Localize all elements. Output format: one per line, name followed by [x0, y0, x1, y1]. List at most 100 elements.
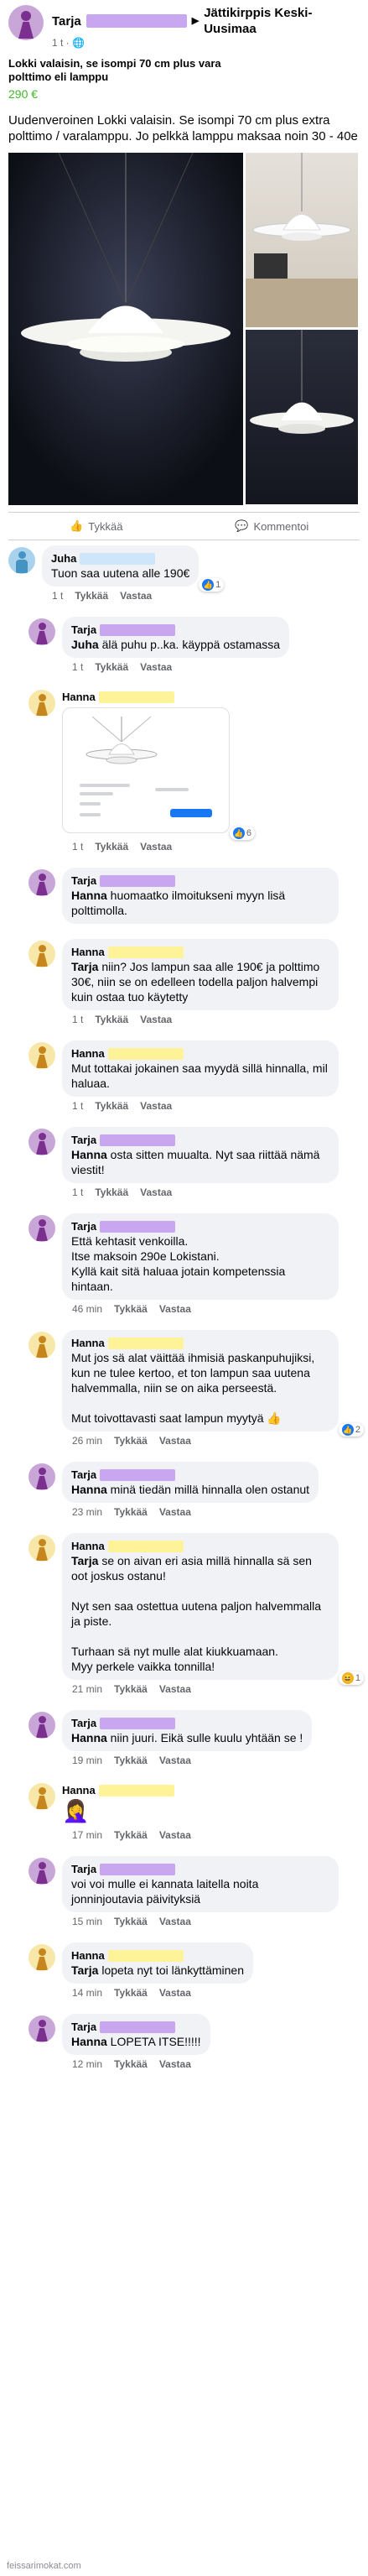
comment-time[interactable]: 1 t	[52, 590, 63, 602]
mention-link[interactable]: Tarja	[71, 1963, 98, 1977]
comment-time[interactable]: 1 t	[72, 1100, 83, 1112]
comment-button[interactable]: 💬 Kommentoi	[184, 519, 360, 533]
comment-avatar[interactable]	[8, 547, 35, 574]
reaction-badge[interactable]: 👍 2	[338, 1423, 364, 1437]
comment-like-button[interactable]: Tykkää	[114, 1916, 148, 1927]
comment-time[interactable]: 1 t	[72, 661, 83, 673]
comment-author[interactable]: Hanna	[62, 690, 230, 704]
photo-secondary-1[interactable]	[246, 153, 358, 327]
comment-like-button[interactable]: Tykkää	[95, 841, 128, 853]
comment-like-button[interactable]: Tykkää	[114, 1683, 148, 1695]
comment-author[interactable]: Hanna	[62, 1783, 174, 1797]
comment-avatar[interactable]	[29, 1129, 55, 1155]
comment-time[interactable]: 19 min	[72, 1755, 102, 1766]
comment-like-button[interactable]: Tykkää	[114, 2058, 148, 2070]
comment-reply-button[interactable]: Vastaa	[140, 1100, 172, 1112]
mention-link[interactable]: Tarja	[71, 1554, 98, 1567]
comment-author[interactable]: Tarja	[71, 1219, 329, 1233]
comment-reply-button[interactable]: Vastaa	[159, 1506, 191, 1518]
photo-secondary-2[interactable]	[246, 330, 358, 504]
comment-reply-button[interactable]: Vastaa	[140, 661, 172, 673]
comment-reply-button[interactable]: Vastaa	[159, 1435, 191, 1447]
comment-avatar[interactable]	[29, 1712, 55, 1739]
comment-reply-button[interactable]: Vastaa	[140, 1014, 172, 1025]
mention-link[interactable]: Hanna	[71, 1731, 107, 1744]
author-avatar[interactable]	[8, 5, 44, 40]
comment-like-button[interactable]: Tykkää	[114, 1435, 148, 1447]
like-button[interactable]: 👍 Tykkää	[8, 519, 184, 533]
comment-avatar[interactable]	[29, 2015, 55, 2042]
comment-author[interactable]: Tarja	[71, 873, 329, 888]
comment-reply-button[interactable]: Vastaa	[140, 1186, 172, 1198]
comment-time[interactable]: 14 min	[72, 1987, 102, 1999]
comment-reply-button[interactable]: Vastaa	[159, 1829, 191, 1841]
comment-time[interactable]: 26 min	[72, 1435, 102, 1447]
comment-avatar[interactable]	[29, 690, 55, 717]
comment-reply-button[interactable]: Vastaa	[159, 1987, 191, 1999]
comment-image[interactable]	[62, 707, 230, 833]
comment-reply-button[interactable]: Vastaa	[159, 2058, 191, 2070]
comment-like-button[interactable]: Tykkää	[75, 590, 108, 602]
comment-author[interactable]: Tarja	[71, 623, 280, 637]
mention-link[interactable]: Tarja	[71, 960, 98, 973]
mention-link[interactable]: Juha	[71, 638, 99, 651]
photo-main[interactable]	[8, 153, 243, 505]
comment-time[interactable]: 23 min	[72, 1506, 102, 1518]
post-author[interactable]: Tarja	[52, 13, 81, 29]
comment-reply-button[interactable]: Vastaa	[159, 1683, 191, 1695]
comment-reply-button[interactable]: Vastaa	[140, 841, 172, 853]
comment-avatar[interactable]	[29, 1332, 55, 1358]
comment-author[interactable]: Hanna	[71, 1046, 329, 1061]
comment-avatar[interactable]	[29, 1215, 55, 1242]
comment-author[interactable]: Tarja	[71, 1468, 309, 1482]
comment-time[interactable]: 1 t	[72, 841, 83, 853]
mention-link[interactable]: Hanna	[71, 2035, 107, 2048]
comment-avatar[interactable]	[29, 1042, 55, 1069]
comment-author[interactable]: Hanna	[71, 1336, 329, 1350]
mention-link[interactable]: Hanna	[71, 1483, 107, 1496]
mention-link[interactable]: Hanna	[71, 1148, 107, 1161]
comment-time[interactable]: 1 t	[72, 1186, 83, 1198]
comment-like-button[interactable]: Tykkää	[114, 1829, 148, 1841]
comment-time[interactable]: 15 min	[72, 1916, 102, 1927]
comment-item: Tarja Hanna osta sitten muualta. Nyt saa …	[8, 1127, 360, 1198]
comment-reply-button[interactable]: Vastaa	[159, 1303, 191, 1315]
comment-avatar[interactable]	[29, 1858, 55, 1885]
comment-author[interactable]: Tarja	[71, 2020, 201, 2034]
comment-like-button[interactable]: Tykkää	[114, 1506, 148, 1518]
comment-author[interactable]: Tarja	[71, 1862, 329, 1876]
mention-link[interactable]: Hanna	[71, 889, 107, 902]
comment-author[interactable]: Hanna	[71, 1948, 244, 1963]
comment-author[interactable]: Hanna	[71, 945, 329, 959]
comment-avatar[interactable]	[29, 1463, 55, 1490]
comment-time[interactable]: 21 min	[72, 1683, 102, 1695]
comment-time[interactable]: 1 t	[72, 1014, 83, 1025]
comment-like-button[interactable]: Tykkää	[95, 661, 128, 673]
comment-time[interactable]: 17 min	[72, 1829, 102, 1841]
comment-reply-button[interactable]: Vastaa	[120, 590, 152, 602]
reaction-badge[interactable]: 👍 6	[229, 827, 255, 840]
reaction-badge[interactable]: 👍 1	[199, 578, 225, 592]
post-group[interactable]: Jättikirppis Keski-Uusimaa	[204, 5, 329, 37]
comment-reply-button[interactable]: Vastaa	[159, 1755, 191, 1766]
comment-avatar[interactable]	[29, 1944, 55, 1971]
comment-like-button[interactable]: Tykkää	[114, 1303, 148, 1315]
comment-like-button[interactable]: Tykkää	[95, 1186, 128, 1198]
comment-author[interactable]: Tarja	[71, 1716, 303, 1730]
comment-like-button[interactable]: Tykkää	[95, 1100, 128, 1112]
comment-like-button[interactable]: Tykkää	[95, 1014, 128, 1025]
comment-avatar[interactable]	[29, 618, 55, 645]
comment-avatar[interactable]	[29, 869, 55, 896]
comment-avatar[interactable]	[29, 1783, 55, 1810]
comment-time[interactable]: 12 min	[72, 2058, 102, 2070]
comment-avatar[interactable]	[29, 941, 55, 967]
comment-like-button[interactable]: Tykkää	[114, 1755, 148, 1766]
comment-author[interactable]: Juha	[51, 551, 189, 566]
comment-like-button[interactable]: Tykkää	[114, 1987, 148, 1999]
comment-time[interactable]: 46 min	[72, 1303, 102, 1315]
reaction-badge[interactable]: 😆 1	[338, 1671, 364, 1685]
comment-avatar[interactable]	[29, 1535, 55, 1562]
comment-reply-button[interactable]: Vastaa	[159, 1916, 191, 1927]
comment-author[interactable]: Hanna	[71, 1539, 329, 1553]
comment-author[interactable]: Tarja	[71, 1133, 329, 1147]
